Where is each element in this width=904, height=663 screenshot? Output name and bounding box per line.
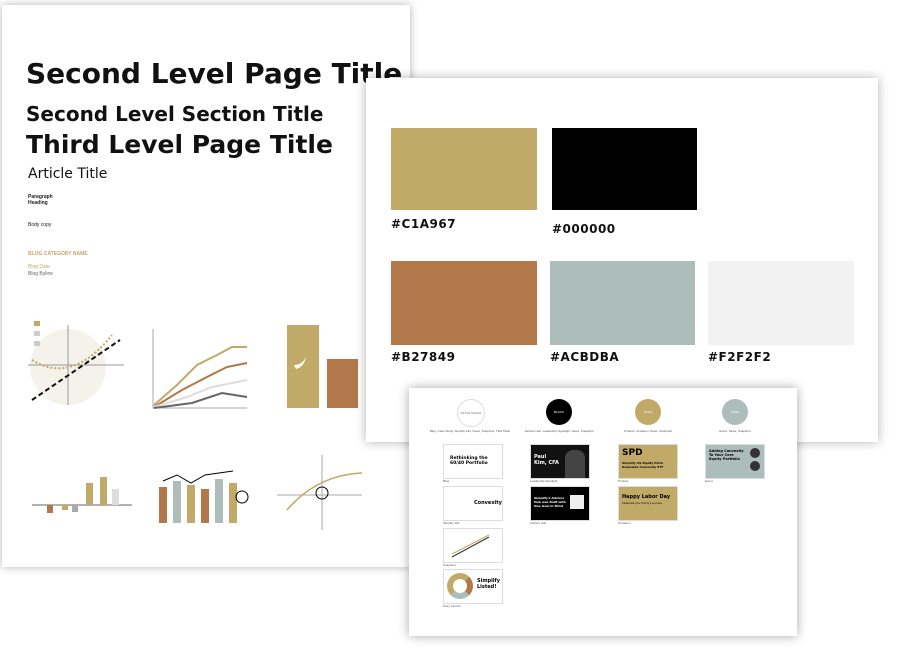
swatch-sage	[550, 261, 695, 345]
thumb-caption: Blog	[443, 479, 450, 483]
swatch-copper	[391, 261, 537, 345]
themes-card: WHITE SILVER Blog, Case Study, Simplify …	[409, 388, 797, 636]
thumb-title: Adding Convexity To Your Core Equity Por…	[709, 449, 744, 461]
thumbnail-occasion[interactable]: Happy Labor Day Celebrate your family's s…	[618, 486, 678, 521]
thumbnail-product[interactable]: SPD Simplify US Equity PLUS Downside Conv…	[618, 444, 678, 479]
thumb-caption: Simplify 101	[443, 521, 460, 525]
theme-usage: Advisor Hub, Leadership Spotlight, News,…	[524, 429, 594, 433]
scatter-illustration	[28, 321, 124, 405]
thumbnail-advisor-hub[interactable]: Simplify's Advisor Hub was Built with On…	[530, 486, 590, 521]
thumbnail-blog[interactable]: Rethinking the 60/40 Portfolio	[443, 444, 503, 479]
swatch-gold	[391, 128, 537, 210]
byline-sample: Blog Byline	[28, 271, 54, 277]
thumb-subtitle: Celebrate your family's success.	[622, 502, 663, 505]
waterfall-illustration	[32, 477, 132, 513]
thumb-caption: Snapshot	[443, 563, 456, 567]
swatch-black	[552, 128, 697, 210]
bar-illustration	[287, 325, 358, 408]
thumb-title: Paul Kim, CFA	[534, 454, 559, 466]
thumb-caption: Occasion	[618, 521, 631, 525]
thumb-title: Rethinking the 60/40 Portfolio	[450, 456, 488, 466]
theme-circle-sage: SAGE	[722, 399, 748, 425]
thumb-caption: Product	[618, 479, 629, 483]
typography-page: Second Level Page Title Second Level Sec…	[2, 5, 410, 567]
thumb-title: SPD	[622, 448, 643, 458]
body-copy-sample: Body copy	[28, 222, 52, 228]
thumb-caption: Leadership Spotlight	[530, 479, 558, 483]
column-illustration	[159, 470, 249, 523]
thumb-caption: Story Launch	[443, 604, 461, 608]
thumb-title: Convexity	[474, 500, 502, 506]
swatch-label: #ACBDBA	[550, 350, 620, 364]
theme-usage: Event, News, Snapshot	[719, 429, 751, 433]
thumb-caption: Event	[705, 479, 713, 483]
paragraph-heading-sample: Paragraph Heading	[28, 194, 53, 206]
thumb-subtitle: Simplify US Equity PLUS Downside Convexi…	[622, 461, 664, 469]
article-title-sample: Article Title	[28, 166, 108, 182]
thumb-title: Happy Labor Day	[622, 494, 671, 500]
swatch-label: #F2F2F2	[708, 350, 772, 364]
thumb-title: Simplify's Advisor Hub was Built with On…	[534, 496, 566, 508]
thumbnail-simplify101[interactable]: Convexity	[443, 486, 503, 521]
theme-usage: Blog, Case Study, Simplify 101, News, Sn…	[429, 429, 511, 433]
convexity-illustration	[277, 455, 363, 530]
theme-circle-gold: GOLD	[635, 399, 661, 425]
thumbnail-event[interactable]: Adding Convexity To Your Core Equity Por…	[705, 444, 765, 479]
page-title-sample: Second Level Page Title	[26, 57, 403, 90]
thumb-title: Simplify Listed!	[477, 578, 500, 590]
category-sample: BLOG CATEGORY NAME	[28, 251, 88, 257]
chart-illustrations	[28, 321, 363, 530]
thumb-caption: Advisor Hub	[530, 521, 547, 525]
thumbnail-leadership[interactable]: Paul Kim, CFA	[530, 444, 590, 479]
theme-circle-white: WHITE SILVER	[457, 399, 485, 427]
swatch-light	[708, 261, 854, 345]
line-illustration	[152, 329, 248, 409]
theme-circle-black: BLACK	[546, 399, 572, 425]
swatch-label: #B27849	[391, 350, 456, 364]
thumbnail-story-launch[interactable]: Simplify Listed!	[443, 569, 503, 604]
date-sample: Blog Date	[28, 264, 50, 270]
third-title-sample: Third Level Page Title	[26, 130, 333, 159]
theme-usage: Product, Occasion, News, Snapshot	[623, 429, 673, 433]
thumbnail-snapshot[interactable]	[443, 528, 503, 563]
section-title-sample: Second Level Section Title	[26, 102, 324, 126]
swatch-label: #C1A967	[391, 217, 457, 231]
swatch-label: #000000	[552, 222, 616, 236]
